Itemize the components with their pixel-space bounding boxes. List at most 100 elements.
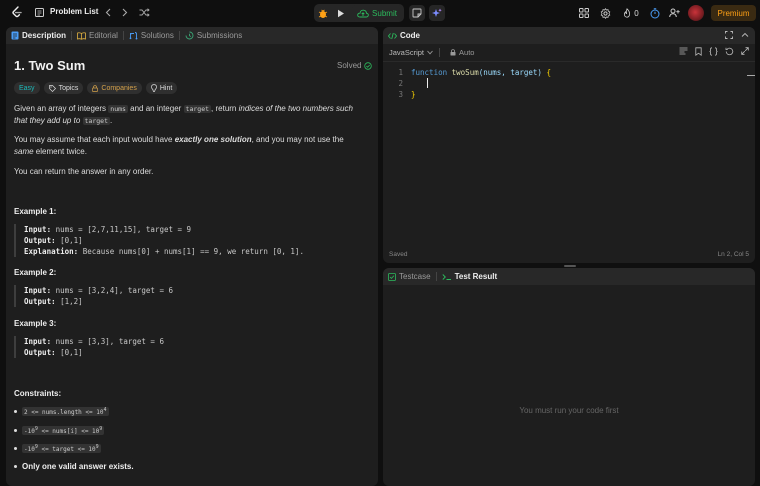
chevron-down-icon — [427, 50, 433, 55]
panel-resize-handle[interactable] — [564, 265, 576, 267]
example-heading: Example 2: — [14, 268, 57, 277]
tab-description[interactable]: Description — [6, 27, 71, 44]
text: <= nums[i] <= 10 — [37, 428, 100, 435]
example-block: Input: nums = [3,2,4], target = 6 Output… — [14, 285, 173, 307]
previous-problem-icon[interactable] — [104, 7, 112, 18]
example-output: Output: [0,1] — [24, 347, 164, 358]
constraint-item: -109 <= target <= 109 — [14, 444, 101, 453]
run-button[interactable] — [334, 6, 348, 20]
submit-button[interactable]: Submit — [352, 5, 402, 21]
constraint-item: Only one valid answer exists. — [14, 462, 134, 471]
code-brackets-icon — [388, 32, 397, 40]
label: Output: — [24, 348, 56, 357]
description-panel: Description Editorial Solutions Submissi… — [6, 27, 378, 486]
expand-icon[interactable] — [741, 47, 749, 58]
value: [0,1] — [55, 236, 83, 245]
text: and an integer — [127, 104, 184, 113]
leetcode-logo-icon[interactable] — [10, 6, 23, 19]
label: Explanation: — [24, 247, 79, 256]
bookmark-icon[interactable] — [695, 47, 702, 58]
auto-mode-toggle[interactable]: Auto — [450, 48, 474, 57]
next-problem-icon[interactable] — [121, 7, 129, 18]
hint-tag[interactable]: Hint — [145, 82, 178, 94]
problem-list-link[interactable]: Problem List — [50, 7, 98, 16]
notes-button[interactable] — [409, 5, 425, 21]
layout-grid-icon[interactable] — [578, 7, 589, 18]
parameters: (nums, target) — [478, 68, 542, 77]
emphasis-text: same — [14, 147, 34, 156]
tab-label: Testcase — [399, 272, 431, 281]
tab-label: Editorial — [89, 31, 118, 40]
code-editor[interactable]: 1 function twoSum(nums, target) { 2 3 } — [383, 62, 755, 245]
maximize-icon[interactable] — [725, 31, 733, 41]
code-line: } — [411, 90, 416, 99]
avatar[interactable] — [688, 5, 704, 21]
constraints-heading: Constraints: — [14, 389, 62, 398]
braces-icon[interactable] — [709, 47, 718, 58]
text: -10 — [24, 446, 35, 453]
top-bar: Problem List Submit 0 Premium — [0, 0, 760, 25]
reset-icon[interactable] — [725, 47, 734, 58]
code-panel-actions — [725, 31, 749, 41]
shuffle-icon[interactable] — [139, 7, 150, 18]
submit-label: Submit — [372, 8, 397, 18]
terminal-icon — [442, 273, 452, 281]
tag-icon — [48, 84, 56, 92]
tab-label: Test Result — [454, 272, 498, 281]
cloud-upload-icon — [357, 9, 369, 17]
editorial-icon — [77, 31, 86, 40]
example-output: Output: [1,2] — [24, 296, 173, 307]
settings-gear-icon[interactable] — [599, 7, 611, 19]
timer-icon[interactable] — [648, 6, 662, 20]
fire-icon — [624, 8, 631, 18]
add-user-icon[interactable] — [667, 6, 681, 20]
empty-result-message: You must run your code first — [519, 406, 619, 415]
description-tabbar: Description Editorial Solutions Submissi… — [6, 27, 378, 44]
keyword: function — [411, 68, 448, 77]
premium-button[interactable]: Premium — [711, 5, 756, 21]
value: nums = [3,3], target = 6 — [51, 337, 164, 346]
format-lines-icon[interactable] — [679, 47, 688, 58]
problem-title[interactable]: 1. Two Sum — [14, 58, 85, 73]
tab-code[interactable]: Code — [383, 27, 425, 44]
tab-testcase[interactable]: Testcase — [383, 268, 436, 285]
inline-code: 2 <= nums.length <= 104 — [22, 407, 109, 416]
debug-button[interactable] — [316, 6, 330, 20]
streak-counter[interactable]: 0 — [620, 6, 642, 20]
text-cursor — [427, 78, 428, 88]
topics-tag[interactable]: Topics — [43, 82, 84, 94]
inline-code: target — [82, 117, 110, 125]
streak-count: 0 — [634, 8, 639, 18]
tab-label: Solutions — [140, 31, 174, 40]
tab-editorial[interactable]: Editorial — [72, 27, 123, 44]
problem-list-icon[interactable] — [35, 8, 44, 17]
value: Because nums[0] + nums[1] == 9, we retur… — [78, 247, 304, 256]
text: Given an array of integers — [14, 104, 109, 113]
code-panel: Code JavaScript Auto 1 function twoSum(n… — [383, 27, 755, 263]
language-value: JavaScript — [389, 48, 425, 57]
result-panel: Testcase Test Result You must run your c… — [383, 268, 755, 486]
submissions-icon — [185, 31, 194, 40]
tab-solutions[interactable]: Solutions — [124, 27, 179, 44]
tab-test-result[interactable]: Test Result — [437, 268, 503, 285]
text: , return — [211, 104, 239, 113]
companies-tag[interactable]: Companies — [87, 82, 142, 94]
text: -10 — [24, 428, 35, 435]
example-explanation: Explanation: Because nums[0] + nums[1] =… — [24, 246, 304, 257]
lock-icon — [450, 49, 456, 56]
solved-status: Solved — [337, 61, 373, 70]
code-title: Code — [400, 31, 420, 40]
inline-code: -109 <= target <= 109 — [22, 444, 101, 453]
minimap-scroll-marker[interactable] — [747, 75, 755, 76]
language-select[interactable]: JavaScript — [389, 48, 433, 57]
ai-assistant-button[interactable] — [429, 5, 445, 21]
checkbox-icon — [388, 272, 396, 281]
chevron-up-icon[interactable] — [741, 31, 749, 41]
problem-tags: Easy Topics Companies Hint — [14, 82, 178, 94]
lightbulb-icon — [150, 84, 157, 92]
code-tabbar: Code — [383, 27, 755, 44]
bullet — [14, 447, 17, 450]
example-input: Input: nums = [3,3], target = 6 — [24, 336, 164, 347]
tab-submissions[interactable]: Submissions — [180, 27, 247, 44]
solved-label: Solved — [337, 61, 362, 70]
